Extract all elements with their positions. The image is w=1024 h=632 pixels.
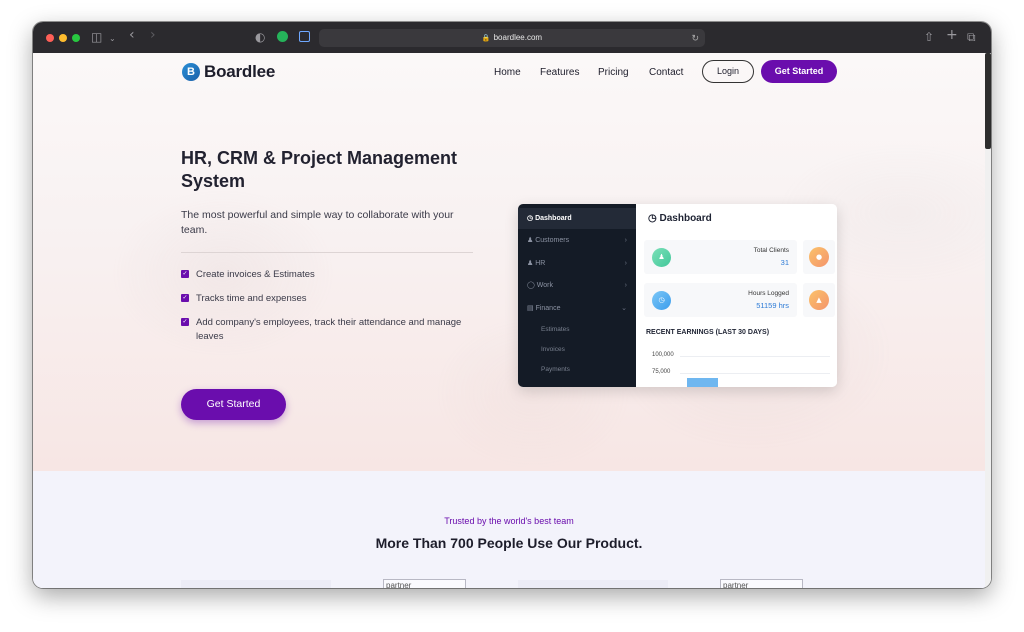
sidebar-toggle-icon[interactable]: ◫ — [91, 30, 102, 44]
hours-logged-card: ◷ Hours Logged 51159 hrs — [644, 283, 797, 317]
shield-icon[interactable]: ◐ — [255, 30, 265, 44]
share-icon[interactable]: ⇧ — [924, 30, 934, 44]
trusted-kicker: Trusted by the world's best team — [444, 516, 574, 526]
back-icon[interactable]: ‹ — [129, 28, 135, 42]
dashboard-main: ◷ Dashboard ♟ Total Clients 31 ● ◷ Hours… — [636, 204, 837, 387]
clock-icon: ◷ — [652, 291, 671, 310]
stat-label: Hours Logged — [748, 290, 789, 297]
earnings-tick-label: 100,000 — [652, 352, 674, 358]
earnings-tick-label: 75,000 — [652, 369, 671, 375]
dashboard-sidebar-item-finance: ▤ Finance ⌄ — [518, 298, 636, 319]
dashboard-sidebar-item-work: ◯ Work › — [518, 275, 636, 296]
nav-features[interactable]: Features — [540, 67, 579, 78]
hero-subtitle: The most powerful and simple way to coll… — [181, 209, 454, 236]
checkbox-icon: ✓ — [181, 318, 189, 326]
checkbox-icon: ✓ — [181, 294, 189, 302]
scrollbar-thumb[interactable] — [985, 53, 991, 149]
trusted-section: Trusted by the world's best team More Th… — [33, 471, 985, 588]
dashboard-sidebar-item-dashboard: ◷ Dashboard — [518, 208, 636, 229]
dashboard-sidebar-subitem-payments: Payments — [541, 366, 570, 373]
chevron-down-icon[interactable]: ⌄ — [109, 32, 116, 46]
chevron-right-icon: › — [624, 282, 627, 289]
coins-icon: ● — [809, 247, 829, 267]
nav-get-started-button[interactable]: Get Started — [761, 60, 837, 83]
hero-background-photo — [33, 53, 985, 471]
login-button[interactable]: Login — [702, 60, 754, 83]
browser-window: ◫ ⌄ ‹ › ◐ 🔒 boardlee.com ↻ ⇧ + ⧉ B Boardl… — [33, 22, 991, 588]
dashboard-sidebar-item-hr: ♟ HR › — [518, 253, 636, 274]
checkbox-icon: ✓ — [181, 270, 189, 278]
stat-side-card: ● — [803, 240, 835, 274]
stat-value: 51159 hrs — [756, 301, 789, 310]
hero-get-started-button[interactable]: Get Started — [181, 389, 286, 420]
stat-value: 31 — [780, 258, 789, 267]
chevron-right-icon: › — [624, 237, 627, 244]
earnings-title: RECENT EARNINGS (LAST 30 DAYS) — [646, 329, 770, 336]
divider — [181, 252, 473, 253]
stat-label: Total Clients — [753, 247, 789, 254]
chevron-down-icon: ⌄ — [621, 305, 627, 312]
grammarly-extension-icon[interactable] — [277, 31, 288, 42]
feature-text: Add company's employees, track their att… — [196, 317, 462, 342]
trusted-title: More Than 700 People Use Our Product. — [375, 535, 643, 551]
feature-text: Tracks time and expenses — [196, 293, 307, 304]
dashboard-sidebar-subitem-invoices: Invoices — [541, 346, 565, 353]
partner-logo: partner — [720, 579, 803, 588]
nav-home[interactable]: Home — [494, 67, 521, 78]
clients-icon: ♟ — [652, 248, 671, 267]
reload-icon[interactable]: ↻ — [691, 29, 699, 47]
extension-icon[interactable] — [299, 31, 310, 42]
dashboard-title: ◷ Dashboard — [648, 213, 712, 224]
nav-contact[interactable]: Contact — [649, 67, 683, 78]
stat-side-card: ▲ — [803, 283, 835, 317]
hero-title: HR, CRM & Project Management System — [181, 148, 458, 191]
logo-text: Boardlee — [204, 62, 276, 81]
warning-icon: ▲ — [809, 290, 829, 310]
dashboard-sidebar-subitem-estimates: Estimates — [541, 326, 570, 333]
feature-item: ✓ Tracks time and expenses — [181, 292, 481, 306]
new-tab-icon[interactable]: + — [946, 28, 958, 42]
browser-titlebar: ◫ ⌄ ‹ › ◐ 🔒 boardlee.com ↻ ⇧ + ⧉ — [33, 22, 991, 53]
partner-logo-placeholder — [181, 580, 331, 588]
total-clients-card: ♟ Total Clients 31 — [644, 240, 797, 274]
hero-section: B Boardlee Home Features Pricing Contact… — [33, 53, 985, 471]
partner-logo: partner — [383, 579, 466, 588]
feature-item: ✓ Create invoices & Estimates — [181, 268, 481, 282]
earnings-bar — [687, 378, 718, 387]
dashboard-sidebar-item-customers: ♟ Customers › — [518, 230, 636, 251]
zoom-window-button[interactable] — [72, 34, 80, 42]
earnings-gridline — [680, 373, 830, 374]
page-viewport: B Boardlee Home Features Pricing Contact… — [33, 53, 991, 588]
minimize-window-button[interactable] — [59, 34, 67, 42]
earnings-gridline — [680, 356, 830, 357]
page-scrollbar[interactable] — [985, 53, 991, 588]
close-window-button[interactable] — [46, 34, 54, 42]
partner-logo-placeholder — [518, 580, 668, 588]
boardlee-logo-icon: B — [182, 63, 200, 81]
dashboard-sidebar: ◷ Dashboard ♟ Customers › ♟ HR › ◯ Work › ▤… — [518, 204, 636, 387]
lock-icon: 🔒 — [481, 35, 491, 42]
forward-icon[interactable]: › — [150, 28, 156, 42]
url-text: boardlee.com — [493, 33, 543, 42]
nav-pricing[interactable]: Pricing — [598, 67, 629, 78]
feature-text: Create invoices & Estimates — [196, 269, 315, 280]
address-bar[interactable]: 🔒 boardlee.com ↻ — [319, 29, 705, 47]
desktop: ◫ ⌄ ‹ › ◐ 🔒 boardlee.com ↻ ⇧ + ⧉ B Boardl… — [0, 0, 1024, 632]
feature-item: ✓ Add company's employees, track their a… — [181, 316, 481, 344]
tab-overview-icon[interactable]: ⧉ — [967, 30, 976, 44]
dashboard-preview-image: ◷ Dashboard ♟ Customers › ♟ HR › ◯ Work › ▤… — [518, 204, 837, 387]
site-logo[interactable]: B Boardlee — [182, 62, 275, 82]
chevron-right-icon: › — [624, 260, 627, 267]
